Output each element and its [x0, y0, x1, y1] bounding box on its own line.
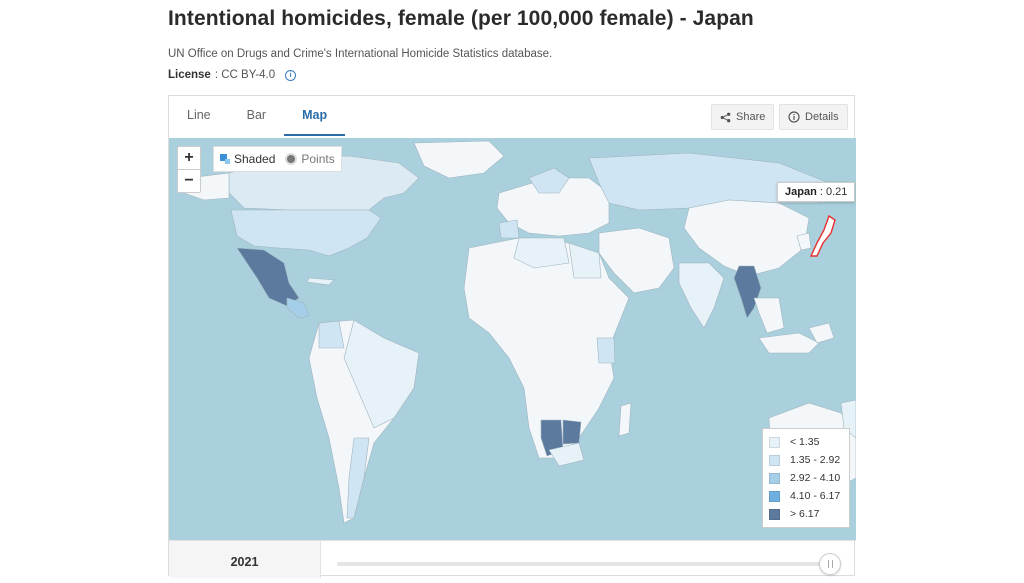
points-icon — [285, 153, 298, 165]
share-icon — [720, 112, 731, 122]
shaded-icon — [220, 154, 230, 164]
zoom-in-button[interactable]: + — [178, 147, 200, 169]
info-circle-icon — [788, 111, 800, 123]
legend-label: 4.10 - 6.17 — [790, 490, 841, 502]
info-icon[interactable]: i — [285, 69, 297, 81]
mode-shaded-label: Shaded — [234, 152, 276, 166]
map-japan — [809, 214, 836, 257]
zoom-controls: + − — [177, 146, 201, 193]
tab-map[interactable]: Map — [284, 96, 346, 136]
map-botswana — [562, 419, 582, 445]
legend-item: 4.10 - 6.17 — [763, 487, 849, 505]
chart-tabs: Line Bar Map — [169, 96, 346, 138]
map-svg — [183, 140, 856, 524]
page-title: Intentional homicides, female (per 100,0… — [168, 7, 754, 30]
details-button[interactable]: Details — [779, 104, 848, 130]
tab-line[interactable]: Line — [169, 96, 229, 136]
map-madagascar — [618, 402, 632, 437]
license-value: : CC BY-4.0 — [214, 69, 276, 81]
legend-item: < 1.35 — [763, 433, 849, 451]
map-mexico — [236, 247, 300, 307]
world-map[interactable]: + − Shaded Points Japan : 0.21 < 1.35 1.… — [169, 138, 856, 540]
source-text: UN Office on Drugs and Crime's Internati… — [168, 48, 553, 60]
map-greenland — [413, 140, 505, 179]
map-tooltip: Japan : 0.21 — [777, 182, 856, 202]
year-slider-handle[interactable] — [819, 553, 841, 575]
mode-points-label: Points — [301, 152, 335, 166]
legend-swatch — [769, 508, 780, 520]
chart-card: Line Bar Map Share Details + − Shaded Po… — [168, 95, 856, 578]
map-central-america — [286, 297, 310, 319]
year-slider-track[interactable] — [337, 562, 827, 566]
map-mode-toggle: Shaded Points — [213, 146, 342, 172]
tooltip-value: : 0.21 — [816, 186, 848, 198]
map-legend: < 1.35 1.35 - 2.92 2.92 - 4.10 4.10 - 6.… — [762, 428, 850, 528]
legend-item: 2.92 - 4.10 — [763, 469, 849, 487]
legend-label: 2.92 - 4.10 — [790, 472, 841, 484]
tooltip-country: Japan — [785, 186, 817, 198]
legend-swatch — [769, 472, 780, 484]
legend-label: < 1.35 — [790, 436, 820, 448]
legend-swatch — [769, 454, 780, 466]
legend-label: > 6.17 — [790, 508, 820, 520]
license-line: License : CC BY-4.0 i — [168, 69, 297, 81]
tab-bar[interactable]: Bar — [229, 96, 284, 136]
legend-label: 1.35 - 2.92 — [790, 454, 841, 466]
details-label: Details — [805, 111, 839, 123]
legend-swatch — [769, 490, 780, 502]
share-button[interactable]: Share — [711, 104, 775, 130]
year-timeline: 2021 — [169, 540, 856, 578]
map-india — [678, 262, 725, 329]
selected-year: 2021 — [169, 541, 321, 578]
mode-points-option[interactable]: Points — [285, 152, 335, 166]
legend-item: 1.35 - 2.92 — [763, 451, 849, 469]
zoom-out-button[interactable]: − — [178, 169, 200, 192]
license-label: License — [168, 69, 211, 81]
mode-shaded-option[interactable]: Shaded — [220, 152, 275, 166]
share-label: Share — [736, 111, 766, 123]
legend-item: > 6.17 — [763, 505, 849, 523]
legend-swatch — [769, 436, 780, 448]
